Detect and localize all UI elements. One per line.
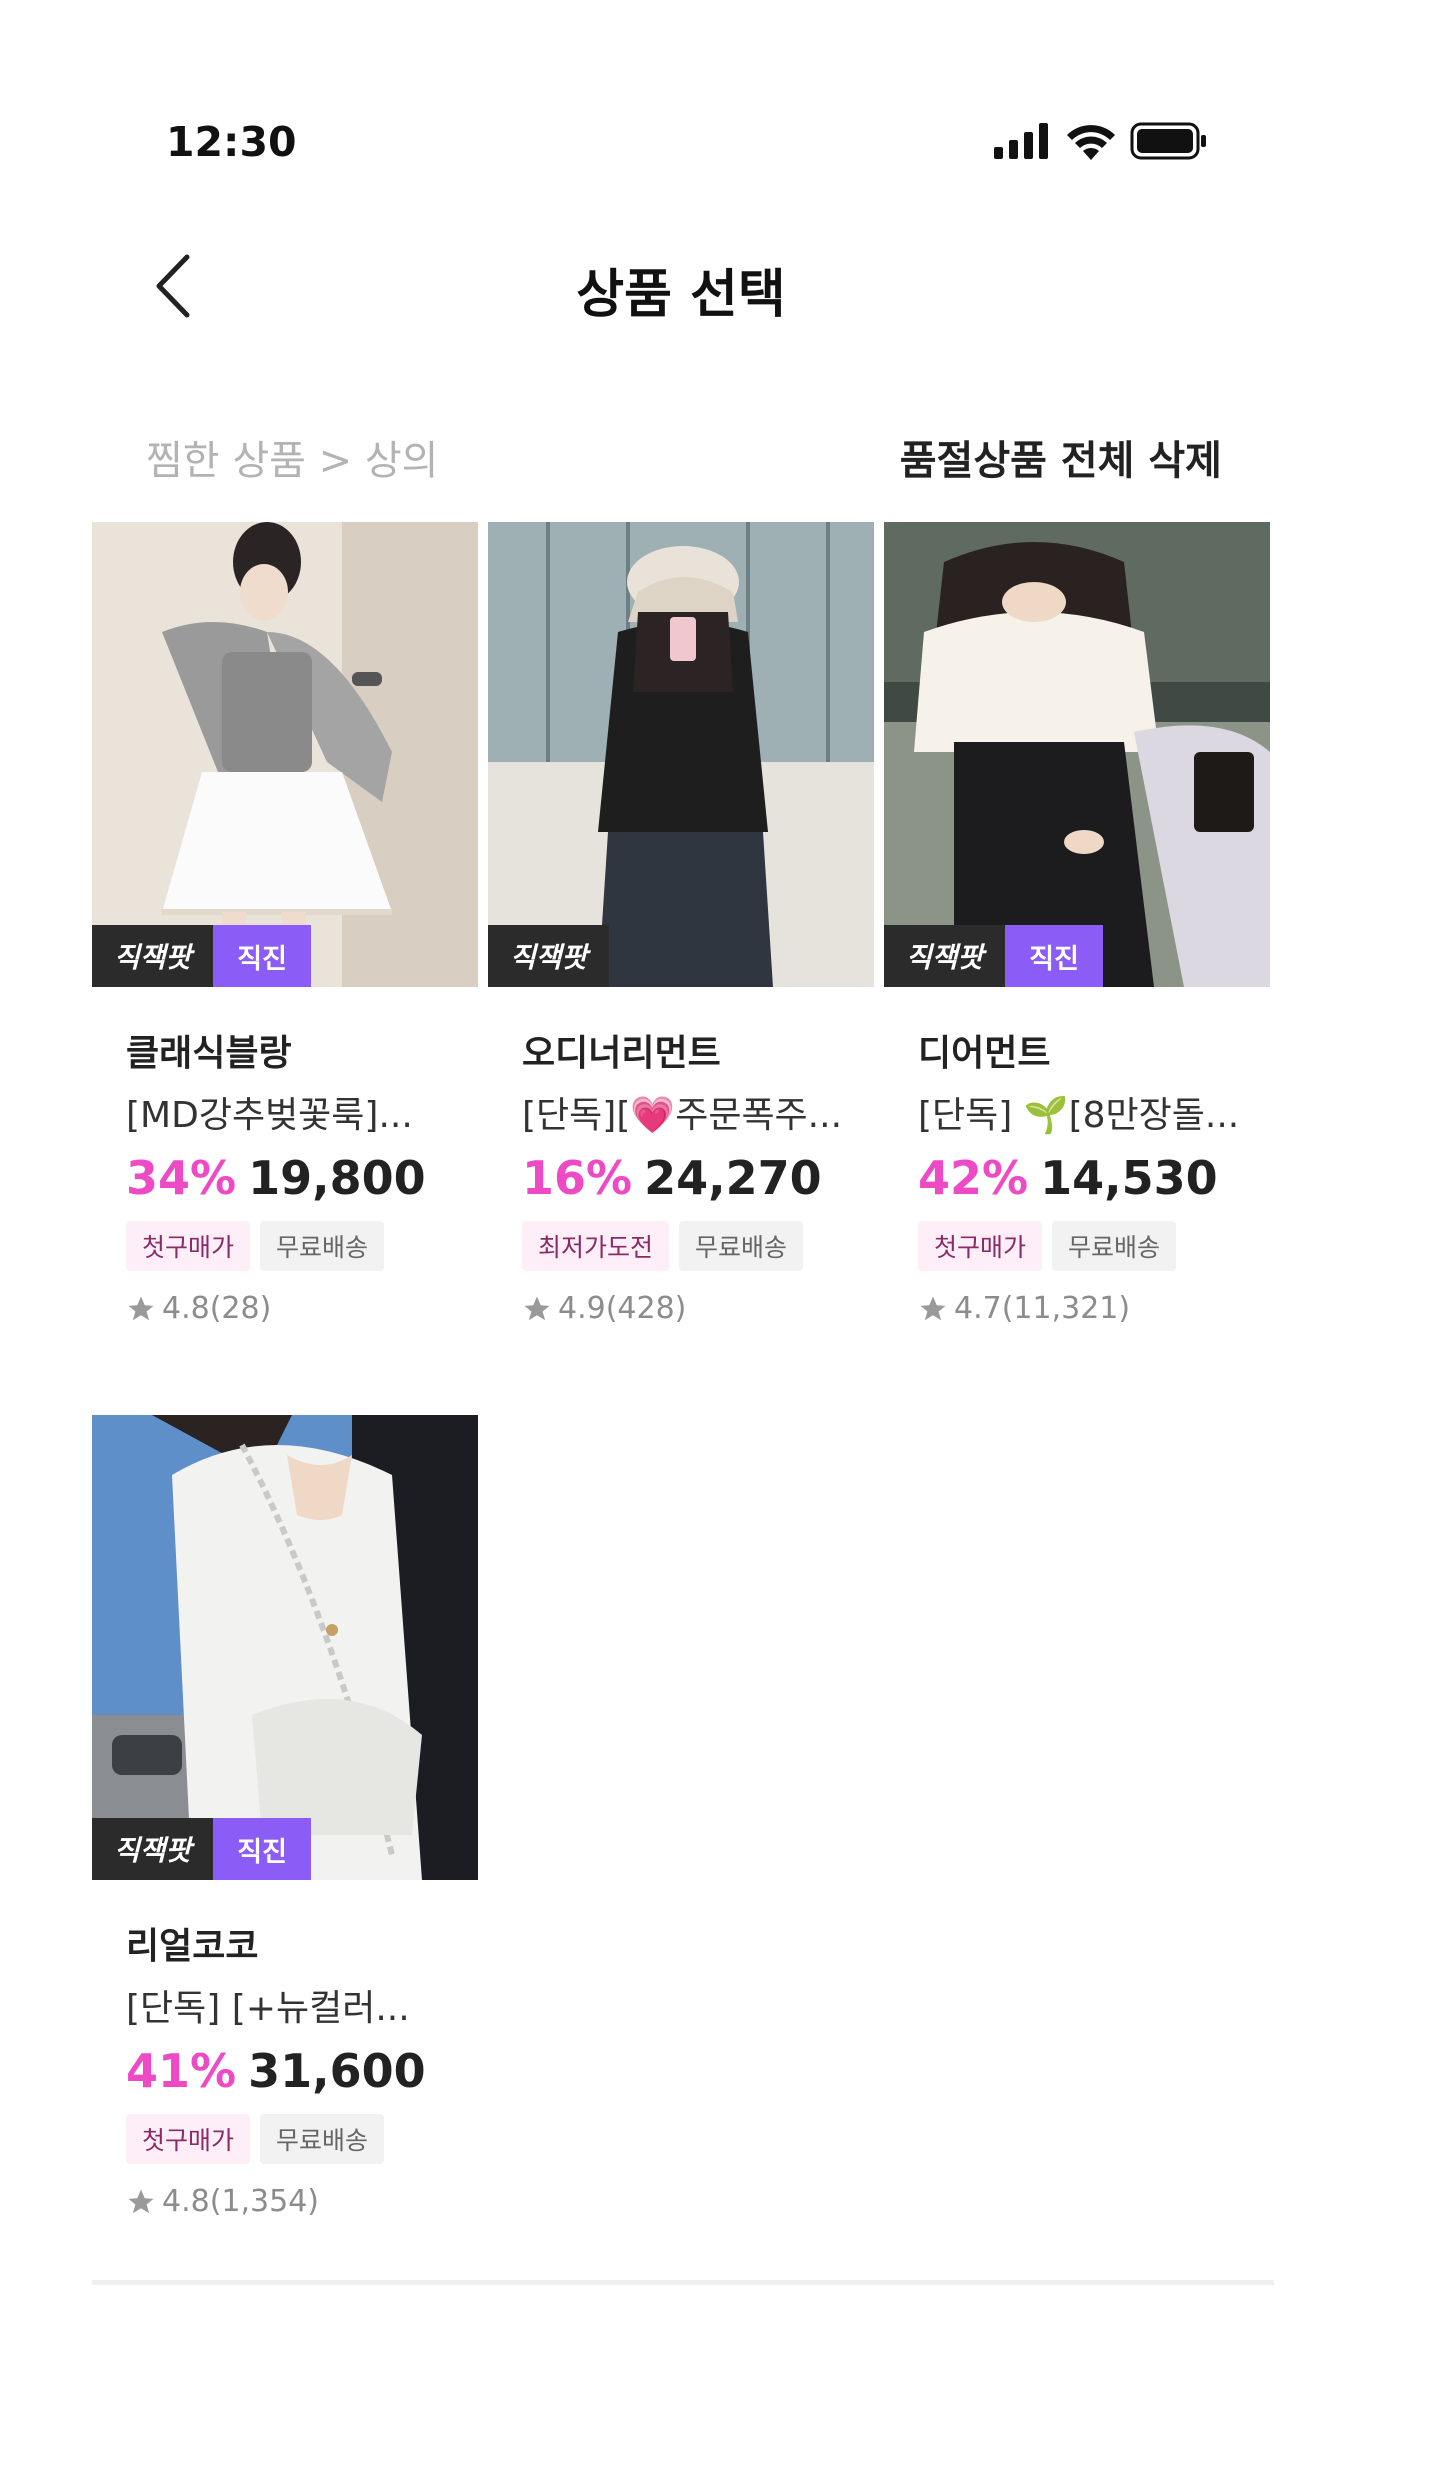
product-grid: 직잭팟 직진 클래식블랑 [MD강추벚꽃룩]... 34% 19,800 첫구매… [92,522,1274,2308]
product-card[interactable]: 직잭팟 오디너리먼트 [단독][💗주문폭주... 16% 24,270 최저가도… [488,522,874,1415]
product-name: [MD강추벚꽃룩]... [126,1095,413,1136]
product-name: [단독] 🌱[8만장돌... [918,1095,1240,1136]
product-image[interactable]: 직잭팟 [488,522,874,987]
direct-badge: 직진 [213,1818,311,1880]
status-icons [994,122,1208,160]
bottom-divider [92,2280,1274,2285]
tag-free-shipping: 무료배송 [679,1221,804,1271]
direct-badge: 직진 [1005,925,1103,987]
badge-group: 직잭팟 [488,925,610,987]
product-card[interactable]: 직잭팟 직진 클래식블랑 [MD강추벚꽃룩]... 34% 19,800 첫구매… [92,522,478,1415]
direct-badge: 직진 [213,925,311,987]
tag-first-purchase: 첫구매가 [126,1221,251,1271]
rating-text: 4.8(1,354) [162,2184,320,2219]
tag-free-shipping: 무료배송 [1052,1221,1177,1271]
product-card[interactable]: 직잭팟 직진 리얼코코 [단독] [+뉴컬러... 41% 31,600 첫구매… [92,1415,478,2308]
product-name: [단독][💗주문폭주... [522,1095,843,1136]
price: 14,530 [1040,1151,1218,1205]
product-image[interactable]: 직잭팟 직진 [92,1415,478,1880]
badge-group: 직잭팟 직진 [92,925,311,987]
tag-first-purchase: 첫구매가 [918,1221,1043,1271]
discount-rate: 16% [522,1151,633,1205]
rating-text: 4.9(428) [558,1291,687,1326]
price: 24,270 [644,1151,822,1205]
rating: 4.8(28) [126,1291,478,1326]
rating: 4.8(1,354) [126,2184,478,2219]
brand-name: 리얼코코 [126,1926,259,1967]
breadcrumb[interactable]: 찜한 상품 > 상의 [146,428,438,486]
status-bar: 12:30 [0,0,1452,200]
brand-name: 오디너리먼트 [522,1033,721,1074]
badge-group: 직잭팟 직진 [884,925,1103,987]
price: 19,800 [248,1151,426,1205]
wifi-icon [1067,125,1115,160]
star-icon [128,2189,154,2213]
brand-name: 클래식블랑 [126,1033,292,1074]
header: 상품 선택 [0,230,1452,340]
product-image[interactable]: 직잭팟 직진 [92,522,478,987]
jackpot-badge: 직잭팟 [92,1818,214,1880]
brand-name: 디어먼트 [918,1033,1051,1074]
jackpot-badge: 직잭팟 [488,925,610,987]
jackpot-badge: 직잭팟 [884,925,1006,987]
product-name: [단독] [+뉴컬러... [126,1988,410,2029]
tag-first-purchase: 첫구매가 [126,2114,251,2164]
star-icon [524,1296,550,1320]
product-image[interactable]: 직잭팟 직진 [884,522,1270,987]
discount-rate: 34% [126,1151,237,1205]
rating-text: 4.7(11,321) [954,1291,1131,1326]
star-icon [920,1296,946,1320]
status-time: 12:30 [166,118,297,166]
sub-bar: 찜한 상품 > 상의 품절상품 전체 삭제 [0,420,1452,490]
discount-rate: 41% [126,2044,237,2098]
rating: 4.7(11,321) [918,1291,1270,1326]
battery-icon [1130,122,1206,160]
star-icon [128,1296,154,1320]
page-title: 상품 선택 [576,265,786,325]
tag-lowest-price: 최저가도전 [522,1221,670,1271]
rating-text: 4.8(28) [162,1291,272,1326]
price: 31,600 [248,2044,426,2098]
delete-soldout-button[interactable]: 품절상품 전체 삭제 [900,428,1222,486]
signal-icon [994,123,1048,159]
discount-rate: 42% [918,1151,1029,1205]
badge-group: 직잭팟 직진 [92,1818,311,1880]
rating: 4.9(428) [522,1291,874,1326]
tag-free-shipping: 무료배송 [260,1221,385,1271]
product-card[interactable]: 직잭팟 직진 디어먼트 [단독] 🌱[8만장돌... 42% 14,530 첫구… [884,522,1270,1415]
tag-free-shipping: 무료배송 [260,2114,385,2164]
jackpot-badge: 직잭팟 [92,925,214,987]
